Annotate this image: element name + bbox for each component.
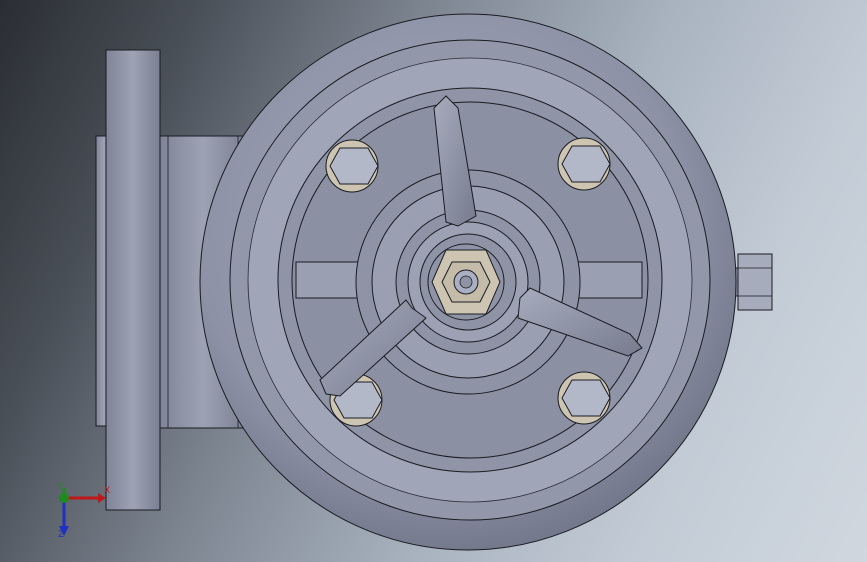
center-hub-nut[interactable]: [427, 243, 505, 321]
y-axis-label: Y: [58, 482, 64, 492]
bolt-top-left: [325, 139, 379, 193]
orientation-triad: Y X Z: [48, 482, 118, 546]
bolt-top-right: [557, 137, 611, 191]
valve-model[interactable]: [0, 0, 867, 562]
3d-viewport[interactable]: Y X Z: [0, 0, 867, 562]
z-axis-label: Z: [58, 530, 65, 540]
bolt-bottom-right: [557, 371, 611, 425]
x-axis-label: X: [104, 486, 111, 496]
triad-origin: [59, 493, 69, 503]
